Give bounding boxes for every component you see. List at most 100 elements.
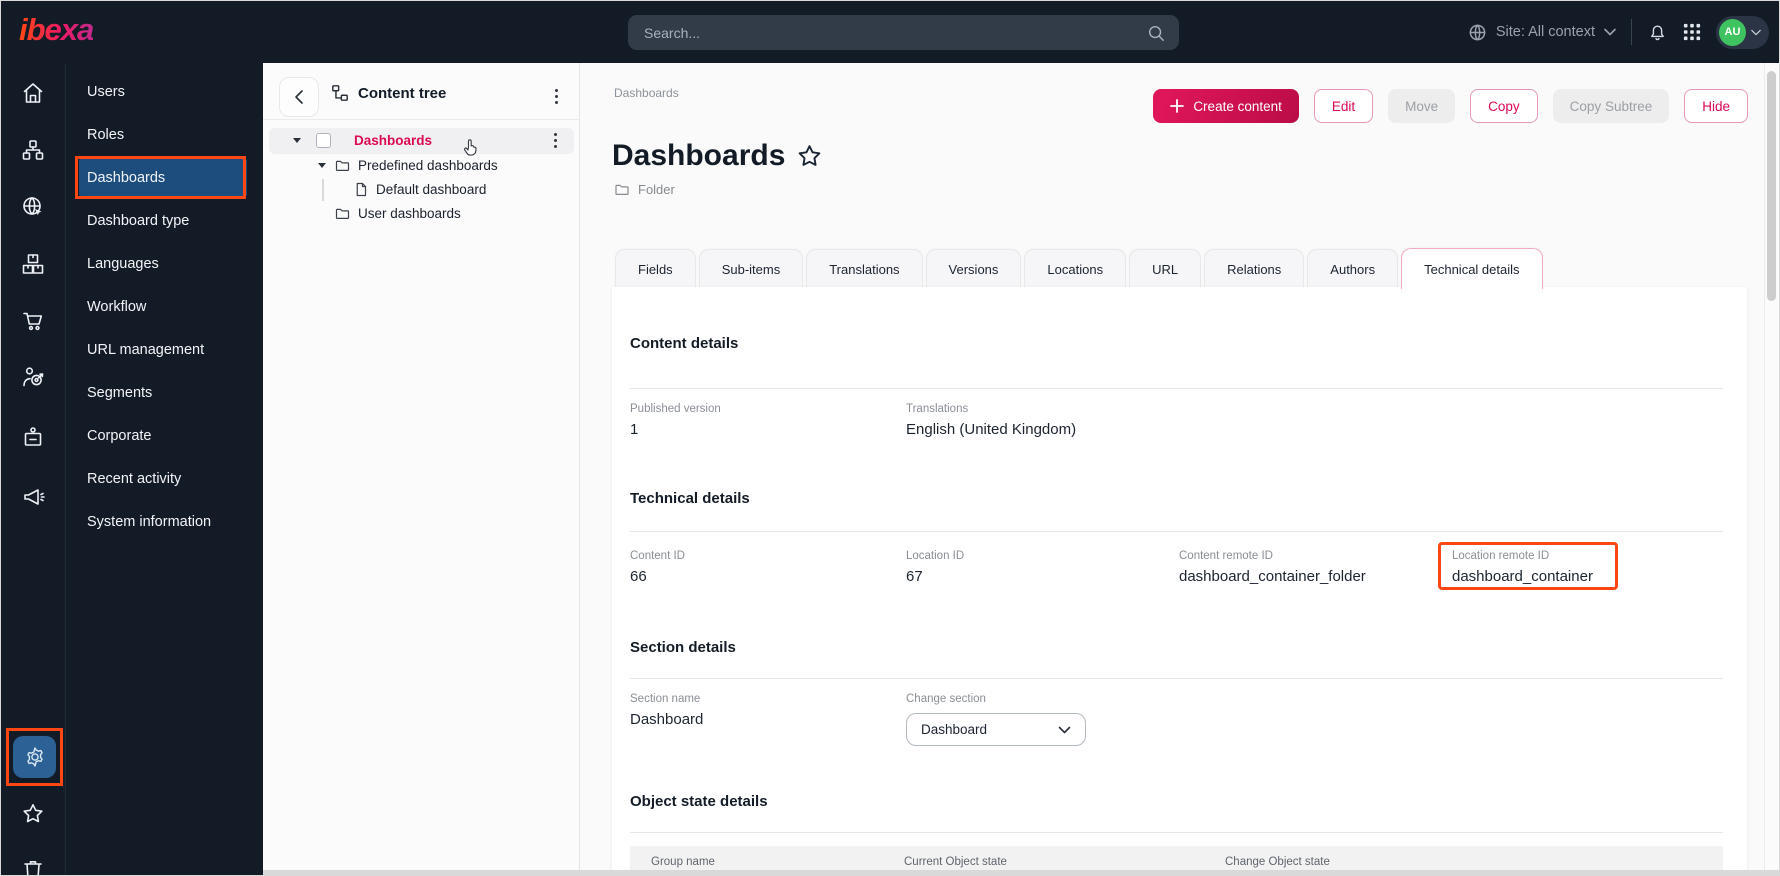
tree-node-dashboards[interactable]: Dashboards <box>263 128 580 153</box>
search-input[interactable] <box>628 25 1147 41</box>
sidebar-item-label: URL management <box>87 342 204 358</box>
field-value: dashboard_container <box>1452 568 1593 585</box>
tab-label: Translations <box>829 262 899 277</box>
tree-node-default-dashboard[interactable]: Default dashboard <box>263 177 580 202</box>
field-label: Section name <box>630 693 703 705</box>
personalization-target-icon[interactable] <box>21 365 45 389</box>
sidebar-item-roles[interactable]: Roles <box>66 113 263 156</box>
tab-label: Authors <box>1330 262 1375 277</box>
commerce-cart-icon[interactable] <box>21 309 45 333</box>
breadcrumb[interactable]: Dashboards <box>614 86 679 100</box>
copy-button[interactable]: Copy <box>1470 89 1538 123</box>
section-divider <box>630 832 1723 833</box>
caret-down-icon[interactable] <box>293 138 301 143</box>
bookmarks-star-icon[interactable] <box>21 802 45 826</box>
section-divider <box>630 388 1723 389</box>
button-label: Copy Subtree <box>1570 99 1653 114</box>
move-button[interactable]: Move <box>1388 89 1455 123</box>
section-divider <box>630 678 1723 679</box>
field-value: Dashboard <box>630 711 703 728</box>
tree-node-predefined-dashboards[interactable]: Predefined dashboards <box>263 153 580 178</box>
tab-label: Technical details <box>1424 262 1519 277</box>
tab-label: Sub-items <box>722 262 781 277</box>
horizontal-scrollbar[interactable] <box>263 870 1780 876</box>
caret-down-icon[interactable] <box>318 163 326 168</box>
tab-relations[interactable]: Relations <box>1204 249 1304 289</box>
tab-technical-details[interactable]: Technical details <box>1401 248 1542 289</box>
icon-rail <box>1 63 65 876</box>
change-section-select[interactable]: Dashboard <box>906 713 1086 746</box>
main-content: Dashboards Create content Edit Move Copy… <box>580 63 1780 876</box>
sidebar-item-label: Roles <box>87 127 124 143</box>
field-label: Translations <box>906 403 1076 415</box>
user-menu[interactable]: AU <box>1716 16 1769 49</box>
tab-label: Locations <box>1047 262 1103 277</box>
create-content-button[interactable]: Create content <box>1153 89 1299 123</box>
tree-icon <box>331 84 349 102</box>
sidebar-item-recent-activity[interactable]: Recent activity <box>66 457 263 500</box>
field-value: 67 <box>906 568 964 585</box>
hide-button[interactable]: Hide <box>1684 89 1748 123</box>
sidebar-item-label: System information <box>87 514 211 530</box>
sidebar-item-label: Corporate <box>87 428 151 444</box>
sidebar-item-corporate[interactable]: Corporate <box>66 414 263 457</box>
field-value: 1 <box>630 421 721 438</box>
field-label: Content ID <box>630 550 685 562</box>
sidebar-item-url-management[interactable]: URL management <box>66 328 263 371</box>
folder-icon <box>614 182 630 197</box>
sidebar-item-label: Users <box>87 84 125 100</box>
app-grid-icon[interactable] <box>1683 23 1701 41</box>
sidebar-item-segments[interactable]: Segments <box>66 371 263 414</box>
vertical-scrollbar-thumb[interactable] <box>1767 71 1776 301</box>
tab-versions[interactable]: Versions <box>926 249 1022 289</box>
notifications-bell-icon[interactable] <box>1647 22 1668 43</box>
globe-icon <box>1468 23 1487 42</box>
sidebar-item-languages[interactable]: Languages <box>66 242 263 285</box>
site-context-dropdown[interactable]: Site: All context <box>1468 23 1616 42</box>
corporate-badge-icon[interactable] <box>21 425 45 449</box>
tab-translations[interactable]: Translations <box>806 249 922 289</box>
search-icon[interactable] <box>1147 24 1165 42</box>
tree-checkbox[interactable] <box>316 133 331 148</box>
settings-gear-icon[interactable] <box>13 736 56 778</box>
field-published-version: Published version 1 <box>630 403 721 438</box>
bookmark-star-icon[interactable] <box>796 143 823 170</box>
sidebar-item-dashboards[interactable]: Dashboards <box>79 159 247 196</box>
sidebar-item-workflow[interactable]: Workflow <box>66 285 263 328</box>
section-heading-technical-details: Technical details <box>630 490 750 507</box>
file-icon <box>354 182 368 197</box>
site-globe-icon[interactable] <box>21 195 45 219</box>
field-label: Location ID <box>906 550 964 562</box>
sidebar-item-label: Workflow <box>87 299 146 315</box>
marketing-megaphone-icon[interactable] <box>21 485 45 509</box>
tree-node-user-dashboards[interactable]: User dashboards <box>263 201 580 226</box>
tab-locations[interactable]: Locations <box>1024 249 1126 289</box>
content-structure-icon[interactable] <box>21 138 45 162</box>
collapse-tree-button[interactable] <box>279 77 319 117</box>
ibexa-admin-page: ibexa Site: All context <box>0 0 1780 876</box>
copy-subtree-button[interactable]: Copy Subtree <box>1553 89 1670 123</box>
home-icon[interactable] <box>21 81 45 105</box>
tree-options-kebab-icon[interactable] <box>551 85 562 108</box>
sidebar-item-dashboard-type[interactable]: Dashboard type <box>66 199 263 242</box>
tab-fields[interactable]: Fields <box>615 249 696 289</box>
chevron-down-icon <box>1604 28 1616 36</box>
field-location-id: Location ID 67 <box>906 550 964 585</box>
content-type-indicator: Folder <box>614 182 675 197</box>
node-options-kebab-icon[interactable] <box>550 129 561 152</box>
tab-url[interactable]: URL <box>1129 249 1201 289</box>
folder-icon <box>335 158 350 173</box>
tab-authors[interactable]: Authors <box>1307 249 1398 289</box>
sidebar-item-users[interactable]: Users <box>66 70 263 113</box>
tree-node-label: User dashboards <box>358 206 461 221</box>
tab-sub-items[interactable]: Sub-items <box>699 249 804 289</box>
field-label: Content remote ID <box>1179 550 1366 562</box>
edit-button[interactable]: Edit <box>1314 89 1373 123</box>
trash-icon[interactable] <box>21 857 45 876</box>
button-label: Move <box>1405 99 1438 114</box>
button-label: Hide <box>1702 99 1730 114</box>
field-value: dashboard_container_folder <box>1179 568 1366 585</box>
packages-icon[interactable] <box>21 252 45 276</box>
ibexa-logo[interactable]: ibexa <box>19 12 93 48</box>
sidebar-item-system-information[interactable]: System information <box>66 500 263 543</box>
